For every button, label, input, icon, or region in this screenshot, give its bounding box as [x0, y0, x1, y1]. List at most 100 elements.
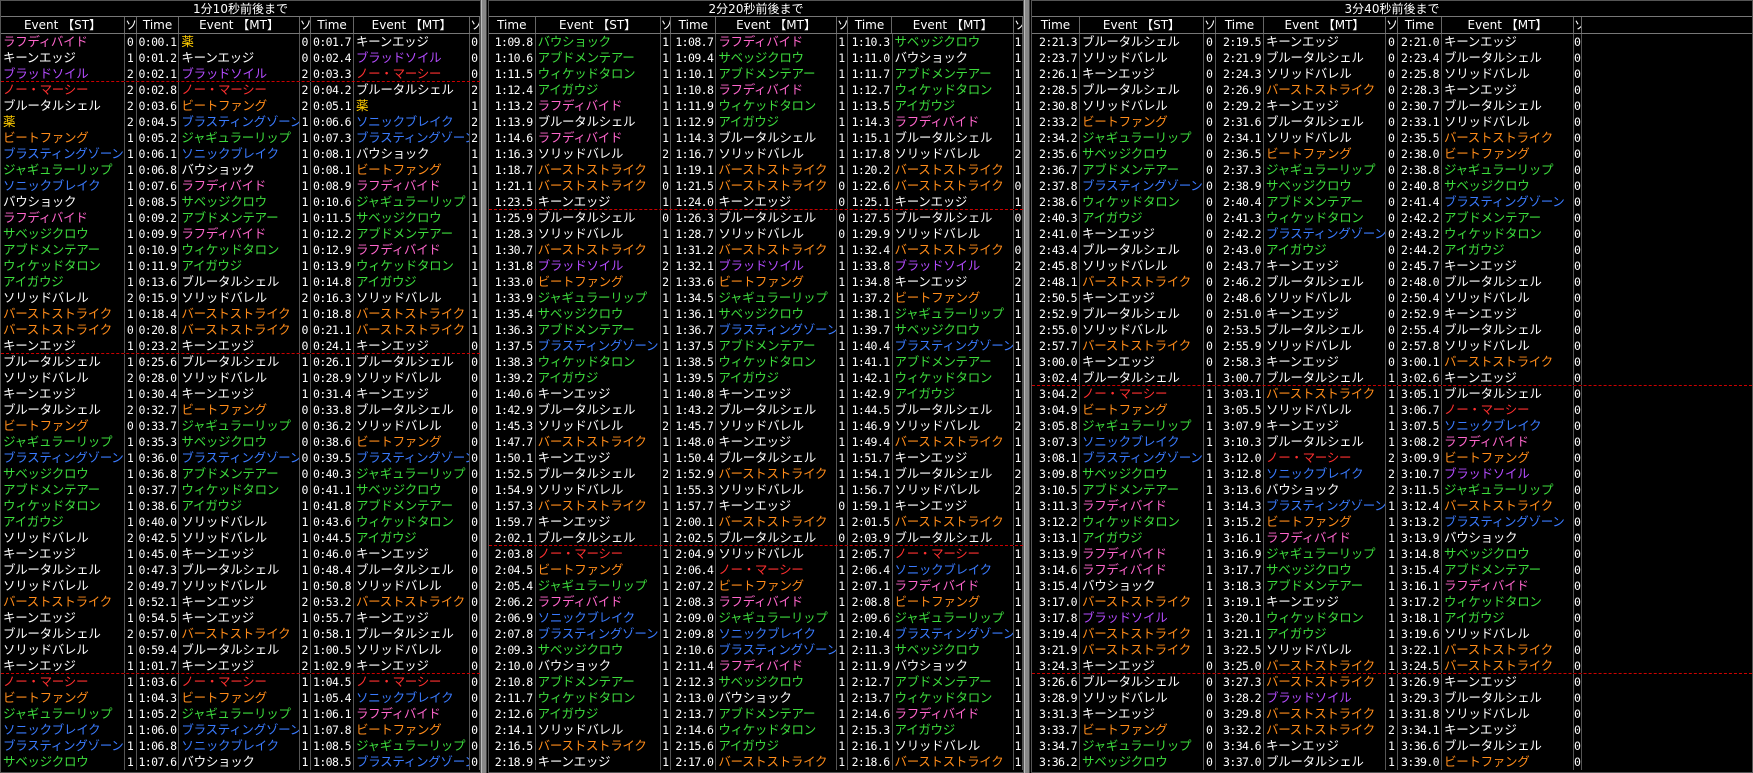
- flag-cell: 1: [125, 338, 137, 353]
- event-cell: サベッジクロウ: [536, 306, 661, 322]
- flag-cell: 2: [125, 578, 137, 594]
- time-cell: 3:31.3: [1032, 706, 1080, 722]
- flag-cell: 1: [1386, 690, 1398, 706]
- flag-cell: 0: [837, 226, 848, 242]
- time-cell: 1:38.3: [489, 354, 536, 370]
- table-row: 3:13.1 アイガウジ 1 3:16.1 ラフディバイド 1 3:13.9 バウショック 0: [1032, 530, 1752, 546]
- event-cell: アイガウジ: [179, 498, 300, 514]
- time-cell: 0:35.3: [137, 434, 180, 450]
- event-cell: ブルータルシェル: [179, 562, 300, 578]
- event-cell: バーストストライク: [536, 498, 661, 514]
- time-cell: 1:20.2: [848, 162, 893, 178]
- event-cell: ブルータルシェル: [716, 130, 837, 146]
- time-cell: 2:03.9: [848, 530, 893, 545]
- time-cell: 0:30.4: [137, 386, 180, 402]
- event-cell: ブルータルシェル: [1264, 754, 1386, 770]
- event-cell: アイガウジ: [1264, 626, 1386, 642]
- panel-divider[interactable]: [1024, 0, 1030, 773]
- time-cell: 2:11.7: [489, 690, 536, 706]
- time-cell: 1:01.7: [137, 658, 180, 673]
- time-cell: 2:15.6: [671, 738, 717, 754]
- table-row: アイガウジ 1 0:13.6 ブルータルシェル 1 0:14.8 アイガウジ 1: [1, 274, 480, 290]
- event-cell: アイガウジ: [536, 370, 661, 386]
- event-cell: ブラスティングゾーン: [181, 722, 300, 738]
- flag-cell: 1: [1014, 226, 1023, 242]
- flag-cell: 1: [1014, 386, 1023, 402]
- time-cell: 1:10.8: [671, 82, 717, 98]
- event-cell: アブドメンテアー: [1264, 578, 1386, 594]
- event-cell: ソリッドバレル: [536, 722, 661, 738]
- flag-cell: 0: [1574, 306, 1582, 322]
- flag-cell: 0: [837, 210, 848, 226]
- table-row: ビートファング 0 0:33.7 ジャギュラーリップ 0 0:36.2 ソリッドバレル 0: [1, 418, 480, 434]
- flag-cell: 1: [300, 258, 312, 274]
- event-cell: バーストストライク: [1442, 658, 1574, 673]
- time-cell: 3:18.3: [1216, 578, 1264, 594]
- event-cell: ジャギュラーリップ: [1442, 162, 1574, 178]
- table-row: 2:45.8 ソリッドバレル 0 2:43.7 キーンエッジ 0 2:45.7 キーンエッジ 0: [1032, 258, 1752, 274]
- time-cell: 3:16.1: [1216, 530, 1264, 546]
- flag-cell: 1: [125, 594, 137, 610]
- event-cell: バウショック: [1264, 482, 1386, 498]
- flag-cell: 1: [661, 530, 672, 545]
- event-cell: ブルータルシェル: [1080, 306, 1204, 322]
- time-cell: 2:11.4: [671, 658, 717, 674]
- flag-cell: 0: [1386, 274, 1398, 290]
- time-cell: 2:42.2: [1398, 210, 1442, 226]
- time-cell: 0:14.8: [311, 274, 354, 290]
- event-cell: ビートファング: [716, 578, 837, 594]
- table-row: ソニックブレイク 1 1:06.0 ブラスティングゾーン 1 1:07.8 ビートファング 0: [1, 722, 480, 738]
- event-cell: ノー・マーシー: [179, 82, 300, 98]
- event-cell: キーンエッジ: [354, 386, 471, 402]
- table-row: 2:16.5 バーストストライク 1 2:15.6 アイガウジ 1 2:16.1 ソリッドバレ…: [489, 738, 1023, 754]
- time-cell: 0:31.4: [311, 386, 354, 402]
- time-cell: 1:11.9: [671, 98, 717, 114]
- event-cell: キーンエッジ: [1264, 354, 1386, 370]
- flag-cell: 1: [1014, 50, 1023, 66]
- time-cell: 2:28.3: [1398, 82, 1442, 98]
- event-cell: ウィケッドタロン: [893, 370, 1014, 386]
- panel-divider[interactable]: [481, 0, 487, 773]
- table-row: ウィケッドタロン 1 0:38.6 アイガウジ 1 0:41.8 アブドメンテアー 0: [1, 498, 480, 514]
- flag-cell: 1: [1204, 642, 1216, 658]
- event-cell: ビートファング: [1264, 514, 1386, 530]
- time-cell: 1:24.0: [671, 194, 717, 209]
- event-cell: ジャギュラーリップ: [354, 466, 471, 482]
- time-cell: 3:12.0: [1216, 450, 1264, 466]
- event-cell: サベッジクロウ: [354, 210, 471, 226]
- time-cell: 2:58.3: [1216, 354, 1264, 370]
- event-cell: ブラスティングゾーン: [1266, 498, 1386, 514]
- flag-cell: 0: [471, 418, 480, 434]
- event-cell: ブルータルシェル: [1264, 50, 1386, 66]
- time-cell: 2:55.0: [1032, 322, 1080, 338]
- flag-cell: 1: [661, 482, 672, 498]
- time-cell: 0:28.0: [137, 370, 180, 386]
- table-row: 3:00.0 キーンエッジ 0 2:58.3 キーンエッジ 0 3:00.1 バーストストライ…: [1032, 354, 1752, 370]
- event-cell: ジャギュラーリップ: [179, 418, 300, 434]
- flag-cell: 0: [1204, 306, 1216, 322]
- flag-cell: 1: [837, 306, 848, 322]
- time-cell: 3:19.1: [1216, 594, 1264, 610]
- flag-cell: 1: [837, 562, 848, 578]
- flag-cell: 1: [661, 322, 672, 338]
- flag-cell: 2: [125, 66, 137, 81]
- table-row: ジャギュラーリップ 1 0:06.8 バウショック 1 0:08.1 ビートファング 1: [1, 162, 480, 178]
- event-cell: ビートファング: [1442, 754, 1574, 770]
- event-cell: サベッジクロウ: [536, 642, 661, 658]
- flag-cell: 0: [1386, 354, 1398, 370]
- flag-cell: 1: [1014, 594, 1023, 610]
- event-cell: バウショック: [179, 754, 300, 770]
- flag-cell: 0: [471, 530, 480, 546]
- event-cell: ブラッドソイル: [716, 258, 837, 274]
- time-cell: 2:29.2: [1216, 98, 1264, 114]
- event-timeline-page: 1分10秒前後まで Event 【ST】ソ Time Event 【MT】ソ Time E…: [0, 0, 1753, 773]
- flag-cell: 0: [1574, 258, 1582, 274]
- flag-cell: 1: [300, 674, 312, 690]
- time-cell: 2:05.4: [489, 578, 536, 594]
- flag-cell: 1: [837, 418, 848, 434]
- event-cell: ソリッドバレル: [354, 642, 471, 658]
- event-cell: アブドメンテアー: [179, 210, 300, 226]
- time-cell: 2:19.5: [1216, 34, 1264, 50]
- time-cell: 2:38.9: [1216, 178, 1264, 194]
- event-cell: キーンエッジ: [1264, 98, 1386, 114]
